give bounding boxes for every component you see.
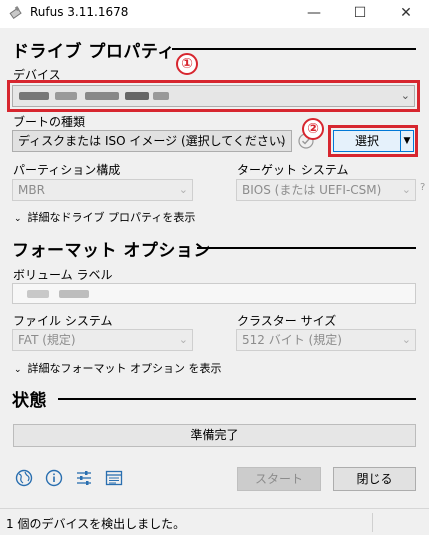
close-button[interactable]: 閉じる <box>333 467 416 491</box>
file-system-value: FAT (規定) <box>18 333 76 347</box>
chevron-down-icon: ⌄ <box>178 333 188 346</box>
start-button[interactable]: スタート <box>237 467 321 491</box>
annotation-marker-2: ② <box>302 118 324 140</box>
minimize-button[interactable]: — <box>291 0 337 28</box>
status-bar-text: 1 個のデバイスを検出しました。 <box>6 517 186 531</box>
volume-label-label: ボリューム ラベル <box>13 268 113 282</box>
select-dropdown-arrow[interactable]: ▼ <box>400 130 414 152</box>
status-heading: 状態 <box>12 391 47 411</box>
volume-label-input[interactable] <box>12 283 416 304</box>
redacted-device-name <box>55 92 77 100</box>
chevron-down-icon: ⌄ <box>14 365 22 375</box>
info-icon[interactable] <box>45 469 63 487</box>
boot-type-label: ブートの種類 <box>13 115 86 129</box>
chevron-down-icon: ⌄ <box>14 214 22 224</box>
file-system-label: ファイル システム <box>13 314 113 328</box>
section-divider <box>58 398 416 400</box>
format-options-heading: フォーマット オプション <box>12 241 211 261</box>
target-system-value: BIOS (または UEFI-CSM) <box>242 183 382 197</box>
select-button[interactable]: 選択 <box>333 130 401 152</box>
file-system-dropdown[interactable]: FAT (規定) ⌄ <box>12 329 193 351</box>
status-bar: 1 個のデバイスを検出しました。 <box>0 508 429 535</box>
cluster-size-value: 512 バイト (規定) <box>242 333 342 347</box>
advanced-drive-toggle-label: 詳細なドライブ プロパティを表示 <box>27 211 196 224</box>
redacted-device-name <box>125 92 149 100</box>
partition-scheme-dropdown[interactable]: MBR ⌄ <box>12 179 193 201</box>
section-divider <box>172 48 416 50</box>
chevron-down-icon: ⌄ <box>400 89 410 102</box>
redacted-device-name <box>19 92 49 100</box>
close-window-button[interactable]: ✕ <box>383 0 429 28</box>
cluster-size-dropdown[interactable]: 512 バイト (規定) ⌄ <box>236 329 416 351</box>
redacted-volume-label <box>59 290 89 298</box>
show-advanced-drive-properties[interactable]: ⌄ 詳細なドライブ プロパティを表示 <box>14 209 195 225</box>
progress-bar: 準備完了 <box>13 424 416 447</box>
target-system-dropdown[interactable]: BIOS (または UEFI-CSM) ⌄ <box>236 179 416 201</box>
settings-sliders-icon[interactable] <box>75 469 93 487</box>
show-advanced-format-options[interactable]: ⌄ 詳細なフォーマット オプション を表示 <box>14 360 222 376</box>
boot-type-dropdown[interactable]: ディスクまたは ISO イメージ (選択してください) ⌄ <box>12 130 292 152</box>
redacted-volume-label <box>27 290 49 298</box>
partition-scheme-value: MBR <box>18 183 45 197</box>
chevron-down-icon: ⌄ <box>277 134 287 147</box>
chevron-down-icon: ⌄ <box>401 333 411 346</box>
title-bar: Rufus 3.11.1678 — ☐ ✕ <box>0 0 429 28</box>
cluster-size-label: クラスター サイズ <box>237 314 337 328</box>
caret-down-icon: ▼ <box>403 136 411 146</box>
globe-icon[interactable] <box>15 469 33 487</box>
help-icon[interactable]: ? <box>420 182 425 193</box>
usb-drive-icon <box>9 6 22 20</box>
drive-properties-heading: ドライブ プロパティ <box>12 42 175 62</box>
window-title: Rufus 3.11.1678 <box>30 5 129 19</box>
status-bar-separator <box>372 513 373 532</box>
target-system-label: ターゲット システム <box>237 163 349 177</box>
redacted-device-name <box>153 92 169 100</box>
annotation-marker-1: ① <box>176 53 198 75</box>
redacted-device-name <box>85 92 119 100</box>
chevron-down-icon: ⌄ <box>401 183 411 196</box>
chevron-down-icon: ⌄ <box>178 183 188 196</box>
advanced-format-toggle-label: 詳細なフォーマット オプション を表示 <box>27 362 222 375</box>
log-icon[interactable] <box>105 469 123 487</box>
device-dropdown[interactable]: ⌄ <box>12 85 415 107</box>
maximize-button[interactable]: ☐ <box>337 0 383 28</box>
boot-type-value: ディスクまたは ISO イメージ (選択してください) <box>18 134 286 148</box>
partition-scheme-label: パーティション構成 <box>13 163 121 177</box>
section-divider <box>197 247 416 249</box>
